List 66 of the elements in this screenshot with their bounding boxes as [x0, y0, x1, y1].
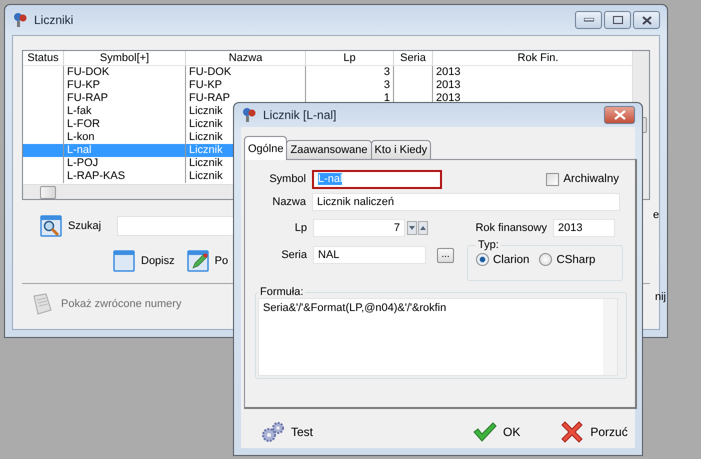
- window-title: Liczniki: [34, 13, 74, 27]
- scrollbar-thumb[interactable]: [40, 186, 56, 199]
- browse-button[interactable]: ...: [437, 248, 454, 262]
- table-cell: L-FOR: [64, 118, 186, 131]
- checkmark-icon: [473, 422, 498, 442]
- series-field[interactable]: NAL: [313, 246, 426, 264]
- minimize-icon: [584, 18, 594, 22]
- down-arrow-icon: [409, 226, 415, 230]
- year-field[interactable]: 2013: [553, 219, 615, 237]
- field-label: Rok finansowy: [474, 222, 548, 234]
- field-label: Nazwa: [271, 196, 307, 208]
- maximize-button[interactable]: [604, 11, 631, 29]
- archive-checkbox[interactable]: Archiwalny: [546, 172, 619, 186]
- column-header[interactable]: Lp: [306, 51, 394, 65]
- ok-button[interactable]: OK: [473, 422, 520, 442]
- add-button[interactable]: Dopisz: [113, 248, 175, 274]
- close-icon: [614, 110, 626, 120]
- tab[interactable]: Zaawansowane: [286, 140, 372, 160]
- table-cell: L-RAP-KAS: [64, 170, 186, 183]
- app-icon: [241, 107, 257, 123]
- table-cell: FU-KP: [64, 79, 186, 92]
- close-button[interactable]: [633, 11, 660, 29]
- window-icon: [113, 250, 135, 272]
- tab[interactable]: Kto i Kiedy: [370, 140, 432, 160]
- cancel-button[interactable]: Porzuć: [560, 420, 628, 444]
- close-icon: [642, 16, 652, 24]
- table-cell: FU-DOK: [64, 66, 186, 79]
- column-header[interactable]: Symbol[+]: [64, 51, 186, 65]
- spin-down-button[interactable]: [407, 221, 417, 235]
- test-button[interactable]: Test: [261, 421, 314, 443]
- field-label: Symbol: [268, 173, 307, 185]
- radio-option[interactable]: Clarion: [476, 253, 530, 266]
- app-icon: [12, 12, 28, 28]
- button-label: nij: [655, 291, 666, 303]
- group-label: Formuła:: [259, 286, 304, 298]
- minimize-button[interactable]: [575, 11, 602, 29]
- edit-button[interactable]: Po: [186, 248, 228, 274]
- cross-icon: [560, 420, 584, 444]
- table-cell: L-POJ: [64, 157, 186, 170]
- up-arrow-icon: [420, 226, 426, 230]
- name-field[interactable]: Licznik naliczeń: [312, 193, 620, 211]
- window-magnifier-icon: [40, 215, 62, 237]
- table-cell: FU-RAP: [64, 92, 186, 105]
- column-header[interactable]: Nazwa: [186, 51, 306, 65]
- table-cell: 3: [306, 66, 394, 79]
- table-cell: L-fak: [64, 105, 186, 118]
- group-label: Typ:: [477, 239, 500, 251]
- gears-icon: [261, 421, 285, 443]
- table-cell: 3: [306, 79, 394, 92]
- search-label: Szukaj: [68, 220, 102, 232]
- column-header[interactable]: Seria: [394, 51, 433, 65]
- window-pencil-icon: [186, 250, 209, 272]
- table-cell: FU-KP: [186, 79, 306, 92]
- table-cell: FU-DOK: [186, 66, 306, 79]
- tab[interactable]: Ogólne: [244, 136, 288, 160]
- field-label: Seria: [280, 249, 308, 261]
- button-label: e: [653, 209, 660, 221]
- field-label: Lp: [294, 222, 308, 234]
- close-button[interactable]: [604, 106, 635, 124]
- radio-option[interactable]: CSharp: [539, 253, 596, 266]
- maximize-icon: [612, 16, 622, 24]
- spin-up-button[interactable]: [418, 221, 428, 235]
- table-cell: L-nal: [64, 144, 186, 157]
- formula-field[interactable]: Seria&'/'&Format(LP,@n04)&'/'&rokfin: [258, 298, 618, 376]
- column-header[interactable]: Status: [23, 51, 64, 65]
- number-field[interactable]: 7: [313, 219, 405, 237]
